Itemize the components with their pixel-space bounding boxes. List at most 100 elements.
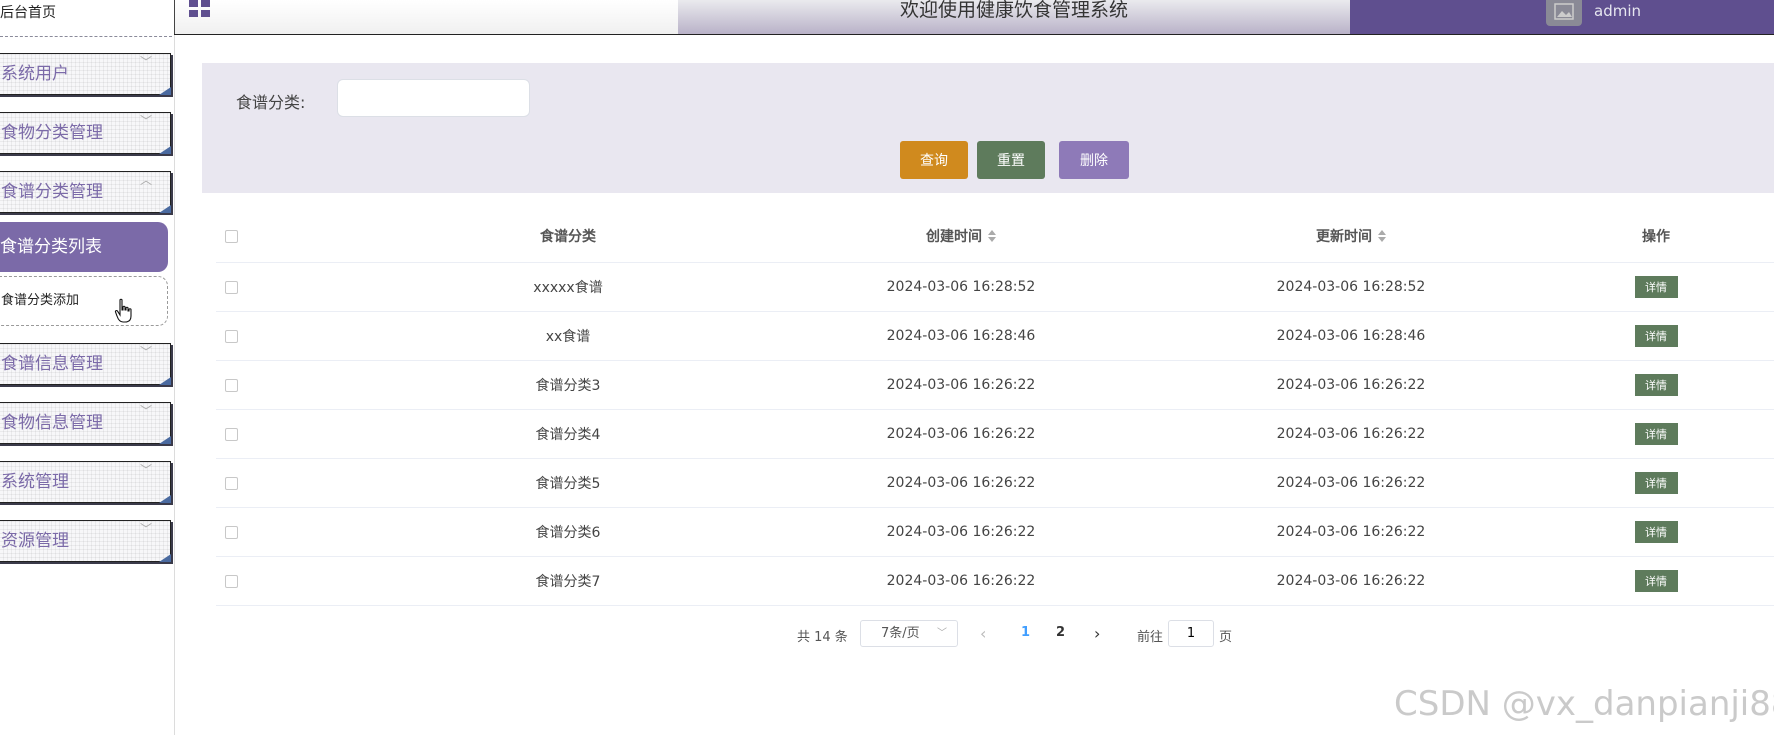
sidebar-menu-food-info[interactable]: 食物信息管理 ﹀ [0, 402, 171, 444]
table-row: 食谱分类6 2024-03-06 16:26:22 2024-03-06 16:… [216, 508, 1774, 557]
sidebar-home[interactable]: 后台首页 [0, 0, 172, 37]
row-checkbox[interactable] [224, 280, 238, 294]
sidebar-menu-label: 食谱信息管理 [1, 354, 103, 374]
row-checkbox[interactable] [224, 427, 238, 441]
sidebar-menu-label: 资源管理 [1, 531, 69, 551]
delete-button[interactable]: 删除 [1059, 141, 1129, 179]
sort-icon[interactable] [988, 230, 996, 242]
page-number-current[interactable]: 1 [1021, 625, 1030, 640]
table-row: 食谱分类7 2024-03-06 16:26:22 2024-03-06 16:… [216, 557, 1774, 606]
cell-name: 食谱分类5 [535, 476, 601, 492]
recipe-category-search-input[interactable] [337, 79, 530, 117]
chevron-down-icon: ﹀ [139, 114, 152, 128]
header-created-time[interactable]: 创建时间 [816, 210, 1106, 262]
recipe-category-table: 食谱分类 创建时间 更新时间 操作 xxxxx食谱 2024-03-06 16:… [216, 210, 1774, 606]
corner-fold-icon [159, 436, 171, 444]
cell-updated: 2024-03-06 16:26:22 [1276, 573, 1426, 589]
row-checkbox[interactable] [224, 378, 238, 392]
page-size-value: 7条/页 [881, 626, 920, 641]
detail-button[interactable]: 详情 [1634, 423, 1678, 445]
row-checkbox[interactable] [224, 329, 238, 343]
sidebar-menu-label: 系统用户 [1, 64, 69, 84]
cell-created: 2024-03-06 16:26:22 [886, 475, 1036, 491]
sidebar-menu-system-users[interactable]: 系统用户 ﹀ [0, 53, 171, 95]
cell-actions: 详情 [1606, 410, 1706, 458]
image-placeholder-icon [1554, 3, 1574, 20]
cell-updated: 2024-03-06 16:26:22 [1276, 524, 1426, 540]
sidebar-menu-resource-manage[interactable]: 资源管理 ﹀ [0, 520, 171, 562]
table-row: 食谱分类5 2024-03-06 16:26:22 2024-03-06 16:… [216, 459, 1774, 508]
sort-icon[interactable] [1378, 230, 1386, 242]
cell-created: 2024-03-06 16:26:22 [886, 426, 1036, 442]
search-panel: 食谱分类: 查询 重置 删除 [202, 63, 1774, 193]
page-number[interactable]: 2 [1056, 625, 1065, 640]
cell-actions: 详情 [1606, 312, 1706, 360]
header-updated-time[interactable]: 更新时间 [1206, 210, 1496, 262]
header-label: 更新时间 [1316, 229, 1372, 245]
row-checkbox[interactable] [224, 525, 238, 539]
detail-button[interactable]: 详情 [1634, 472, 1678, 494]
page-size-select[interactable]: 7条/页 ﹀ [860, 620, 958, 647]
sidebar-menu-recipe-info[interactable]: 食谱信息管理 ﹀ [0, 343, 171, 385]
cell-created: 2024-03-06 16:26:22 [886, 524, 1036, 540]
search-label: 食谱分类: [236, 93, 306, 112]
grid-menu-icon[interactable] [189, 0, 211, 18]
row-checkbox[interactable] [224, 574, 238, 588]
reset-button[interactable]: 重置 [977, 141, 1045, 179]
header-label: 创建时间 [926, 229, 982, 245]
next-page-icon[interactable]: › [1094, 624, 1100, 643]
total-count: 共 14 条 [797, 630, 848, 645]
corner-fold-icon [159, 205, 171, 213]
detail-button[interactable]: 详情 [1634, 374, 1678, 396]
corner-fold-icon [159, 377, 171, 385]
detail-button[interactable]: 详情 [1634, 276, 1678, 298]
corner-fold-icon [159, 495, 171, 503]
row-checkbox-cell [216, 557, 246, 605]
query-button[interactable]: 查询 [900, 141, 968, 179]
cell-created: 2024-03-06 16:28:46 [886, 328, 1036, 344]
sidebar-menu-system-manage[interactable]: 系统管理 ﹀ [0, 461, 171, 503]
corner-fold-icon [159, 146, 171, 154]
cell-actions: 详情 [1606, 557, 1706, 605]
cell-actions: 详情 [1606, 459, 1706, 507]
cell-created: 2024-03-06 16:26:22 [886, 377, 1036, 393]
row-checkbox-cell [216, 459, 246, 507]
sidebar-subitem-recipe-category-list[interactable]: 食谱分类列表 [0, 222, 168, 272]
table-row: xx食谱 2024-03-06 16:28:46 2024-03-06 16:2… [216, 312, 1774, 361]
cell-updated: 2024-03-06 16:28:46 [1276, 328, 1426, 344]
cell-actions: 详情 [1606, 361, 1706, 409]
goto-label: 前往 [1137, 630, 1164, 645]
goto-page-input[interactable] [1168, 620, 1214, 647]
select-all-checkbox[interactable] [224, 229, 238, 243]
chevron-down-icon: ﹀ [937, 628, 947, 639]
cell-actions: 详情 [1606, 508, 1706, 556]
detail-button[interactable]: 详情 [1634, 570, 1678, 592]
username[interactable]: admin [1594, 2, 1641, 20]
sidebar-menu-label: 系统管理 [1, 472, 69, 492]
cell-actions: 详情 [1606, 263, 1706, 311]
cell-name: 食谱分类3 [535, 378, 601, 394]
row-checkbox-cell [216, 361, 246, 409]
detail-button[interactable]: 详情 [1634, 521, 1678, 543]
prev-page-icon[interactable]: ‹ [980, 624, 986, 643]
sidebar-menu-food-category[interactable]: 食物分类管理 ﹀ [0, 112, 171, 154]
top-bar-user: admin [1350, 0, 1774, 34]
sidebar-subitem-recipe-category-add[interactable]: 食谱分类添加 [0, 276, 168, 326]
top-bar: 欢迎使用健康饮食管理系统 admin [174, 0, 1774, 35]
cell-name: xx食谱 [545, 329, 591, 345]
row-checkbox[interactable] [224, 476, 238, 490]
sidebar-menu-recipe-category[interactable]: 食谱分类管理 ︿ [0, 171, 171, 213]
detail-button[interactable]: 详情 [1634, 325, 1678, 347]
chevron-down-icon: ﹀ [139, 463, 152, 477]
chevron-down-icon: ﹀ [139, 522, 152, 536]
sidebar-menu-label: 食物分类管理 [1, 123, 103, 143]
sidebar-menu-label: 食谱分类管理 [1, 182, 103, 202]
cell-updated: 2024-03-06 16:26:22 [1276, 377, 1426, 393]
avatar[interactable] [1546, 0, 1582, 26]
chevron-down-icon: ﹀ [139, 345, 152, 359]
page-suffix: 页 [1219, 630, 1233, 645]
sidebar-menu-label: 食物信息管理 [1, 413, 103, 433]
row-checkbox-cell [216, 312, 246, 360]
watermark: CSDN @vx_danpianji889 [1394, 684, 1774, 724]
chevron-up-icon: ︿ [139, 173, 152, 187]
